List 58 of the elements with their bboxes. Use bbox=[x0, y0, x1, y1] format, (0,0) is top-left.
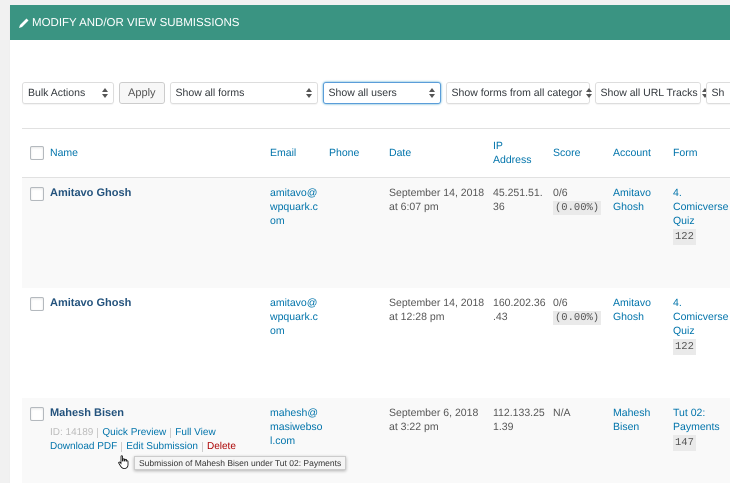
score-text: 0/6 bbox=[553, 297, 568, 309]
submission-id: ID: 14189 bbox=[50, 426, 94, 440]
column-header[interactable]: Form bbox=[673, 146, 730, 160]
checkbox[interactable] bbox=[30, 146, 44, 160]
checkbox[interactable] bbox=[30, 407, 44, 421]
form-link[interactable]: 4. Comicverse Quiz bbox=[673, 296, 730, 338]
form-link[interactable]: 4. Comicverse Quiz bbox=[673, 186, 730, 228]
email-cell[interactable]: amitavo@wpquark.com bbox=[270, 186, 329, 228]
updown-caret-icon bbox=[428, 88, 435, 98]
form-id: 122 bbox=[673, 229, 696, 245]
dropdown[interactable]: Bulk Actions bbox=[22, 82, 114, 104]
checkbox[interactable] bbox=[30, 187, 44, 201]
panel-title: MODIFY AND/OR VIEW SUBMISSIONS bbox=[32, 16, 240, 28]
hand-cursor-icon bbox=[118, 455, 130, 469]
column-header[interactable]: Email bbox=[270, 146, 329, 160]
submitter-name[interactable]: Amitavo Ghosh bbox=[50, 296, 264, 310]
row-action-link[interactable]: Quick Preview bbox=[97, 428, 166, 438]
dropdown[interactable]: Sh bbox=[706, 82, 730, 104]
score-percent: (0.00%) bbox=[553, 201, 602, 215]
dropdown[interactable]: Show forms from all categor bbox=[446, 82, 590, 104]
apply-button[interactable]: Apply bbox=[119, 82, 165, 104]
tooltip: Submission of Mahesh Bisen under Tut 02: Payments bbox=[134, 456, 346, 470]
row-action-link[interactable]: Edit Submission bbox=[121, 442, 198, 452]
submitter-name[interactable]: Mahesh Bisen bbox=[50, 406, 264, 420]
score-text: N/A bbox=[553, 407, 571, 419]
date-cell-text: September 6, 2018 at 3:22 pm bbox=[389, 406, 480, 434]
column-header[interactable]: Name bbox=[50, 146, 270, 160]
score-percent: (0.00%) bbox=[553, 311, 602, 325]
score-text: 0/6 bbox=[553, 187, 568, 199]
date-cell-text: September 14, 2018 at 12:28 pm bbox=[389, 296, 486, 324]
row-action-link[interactable]: Download PDF bbox=[50, 440, 118, 454]
checkbox[interactable] bbox=[30, 297, 44, 311]
updown-caret-icon bbox=[306, 88, 312, 98]
email-cell[interactable]: amitavo@wpquark.com bbox=[270, 296, 329, 338]
column-header[interactable]: Phone bbox=[329, 146, 389, 160]
form-id: 122 bbox=[673, 339, 696, 355]
column-header[interactable]: Score bbox=[553, 146, 613, 160]
ip-cell-text: 45.251.51.36 bbox=[493, 186, 544, 214]
column-header[interactable]: IP Address bbox=[493, 139, 553, 167]
submitter-name[interactable]: Amitavo Ghosh bbox=[50, 186, 264, 200]
ip-cell-text: 160.202.36.43 bbox=[493, 296, 547, 324]
updown-caret-icon bbox=[102, 88, 108, 98]
updown-caret-icon bbox=[586, 88, 592, 98]
form-link[interactable]: Tut 02: Payments bbox=[673, 406, 730, 434]
account-link[interactable]: Amitavo Ghosh bbox=[613, 296, 673, 324]
account-link[interactable]: Mahesh Bisen bbox=[613, 406, 673, 434]
email-cell[interactable]: mahesh@masiwebsol.com bbox=[270, 406, 329, 448]
dropdown[interactable]: Show all users bbox=[322, 82, 441, 104]
date-cell-text: September 14, 2018 at 6:07 pm bbox=[389, 186, 486, 214]
column-header[interactable]: Account bbox=[613, 146, 673, 160]
ip-cell-text: 112.133.251.39 bbox=[493, 406, 546, 434]
pencil-icon bbox=[19, 18, 29, 28]
account-link[interactable]: Amitavo Ghosh bbox=[613, 186, 673, 214]
row-action-link[interactable]: Full View bbox=[170, 428, 216, 438]
form-id: 147 bbox=[673, 435, 696, 451]
delete-link[interactable]: Delete bbox=[202, 442, 236, 452]
dropdown[interactable]: Show all forms bbox=[170, 82, 318, 104]
column-header[interactable]: Date bbox=[389, 146, 493, 160]
